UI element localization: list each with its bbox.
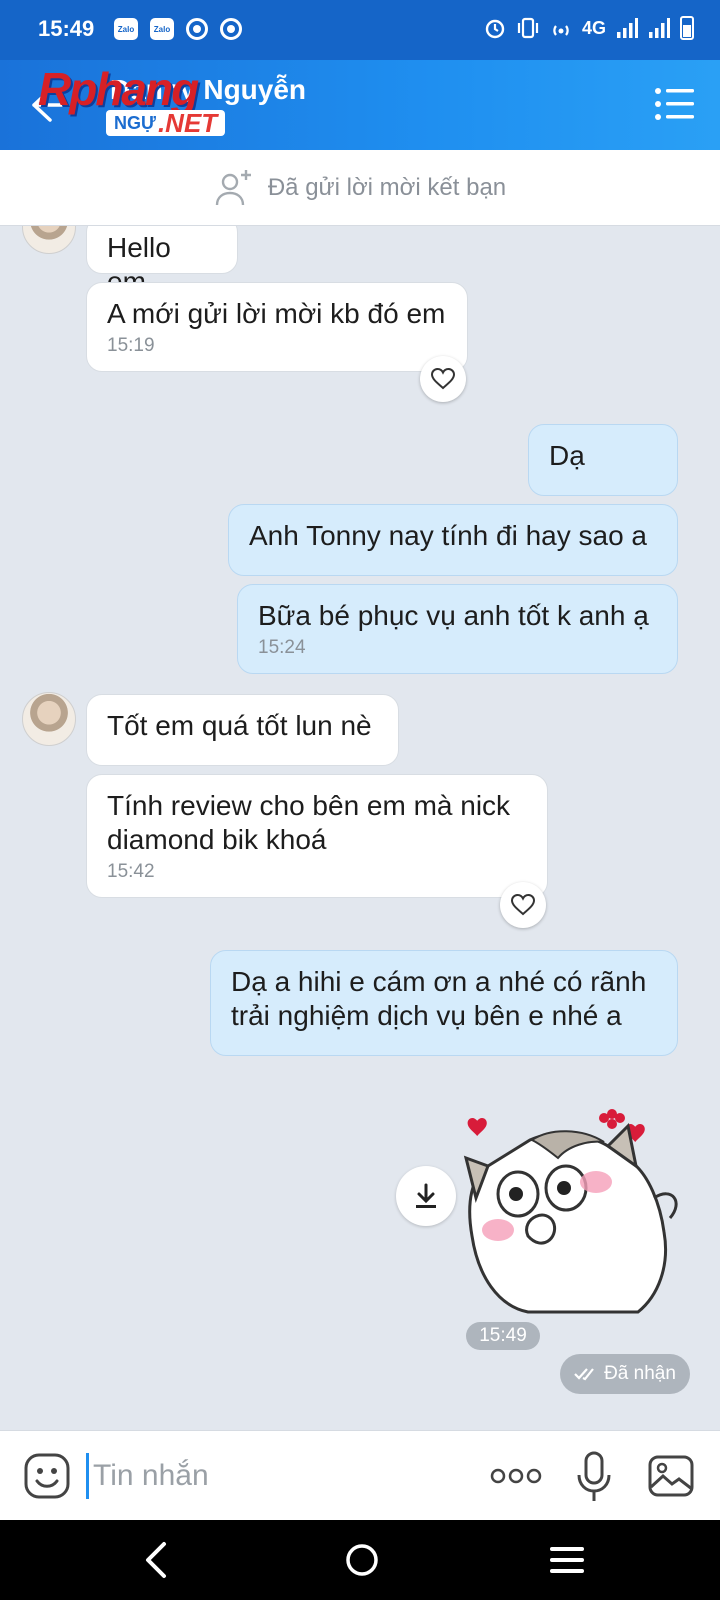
message-time: 15:19: [107, 335, 155, 356]
nav-back-icon[interactable]: [138, 1538, 178, 1582]
chat-header: Danny Nguyễn Rphang NGỰ .NET: [0, 60, 720, 150]
watermark-logo: Rphang NGỰ .NET: [38, 60, 258, 140]
message-bubble[interactable]: Tốt em quá tốt lun nè: [86, 694, 399, 766]
contact-avatar[interactable]: [22, 226, 76, 254]
message-text: Dạ a hihi e cám ơn a nhé có rãnh trải ng…: [231, 966, 647, 1031]
chrome-notification-icon: [220, 18, 242, 40]
message-composer: [0, 1430, 720, 1520]
message-bubble[interactable]: Dạ: [528, 424, 678, 496]
delivery-status-text: Đã nhận: [604, 1363, 676, 1384]
message-text: Anh Tonny nay tính đi hay sao a: [249, 520, 647, 551]
message-input[interactable]: [86, 1453, 466, 1499]
zalo-notification-icon: Zalo: [114, 18, 138, 40]
status-indicators: 4G: [484, 16, 694, 40]
message-text: Tốt em quá tốt lun nè: [107, 710, 372, 741]
vibrate-icon: [517, 17, 539, 39]
message-bubble[interactable]: Anh Tonny nay tính đi hay sao a: [228, 504, 678, 576]
status-time: 15:49: [38, 16, 95, 41]
microphone-icon[interactable]: [576, 1451, 612, 1503]
chat-messages[interactable]: Hello em A mới gửi lời mời kb đó em 15:1…: [0, 226, 720, 1430]
message-text: Dạ: [549, 440, 585, 471]
message-bubble[interactable]: Bữa bé phục vụ anh tốt k anh ạ 15:24: [237, 584, 678, 674]
more-options-icon[interactable]: [490, 1463, 542, 1489]
alarm-icon: [485, 19, 505, 39]
message-text: Bữa bé phục vụ anh tốt k anh ạ: [258, 600, 649, 631]
download-icon: [416, 1183, 436, 1208]
nav-home-icon[interactable]: [344, 1542, 380, 1578]
like-button[interactable]: [500, 882, 546, 928]
download-button[interactable]: [396, 1166, 456, 1226]
heart-icon: [510, 893, 536, 916]
nav-recents-icon[interactable]: [548, 1544, 586, 1576]
status-notifications: Zalo Zalo: [114, 18, 242, 40]
message-time: 15:24: [258, 637, 306, 658]
list-menu-icon[interactable]: [654, 86, 696, 122]
sticker-time: 15:49: [466, 1322, 540, 1350]
zalo-notification-icon: Zalo: [150, 18, 174, 40]
double-check-icon: [574, 1368, 594, 1381]
watermark-net-text: .NET: [157, 107, 218, 138]
message-text: Tính review cho bên em mà nick diamond b…: [107, 790, 511, 855]
signal-icon: [649, 18, 670, 38]
message-bubble[interactable]: Dạ a hihi e cám ơn a nhé có rãnh trải ng…: [210, 950, 678, 1056]
heart-icon: [430, 367, 456, 390]
system-nav-bar: [0, 1520, 720, 1600]
image-gallery-icon[interactable]: [648, 1455, 694, 1497]
message-bubble[interactable]: Tính review cho bên em mà nick diamond b…: [86, 774, 548, 898]
network-type: 4G: [581, 17, 606, 38]
cat-sticker[interactable]: [458, 1106, 690, 1314]
chrome-notification-icon: [186, 18, 208, 40]
hotspot-icon: [553, 25, 569, 36]
message-bubble[interactable]: Hello em: [86, 226, 238, 297]
user-plus-icon: [215, 169, 251, 205]
status-bar: 15:49 Zalo Zalo 4G: [0, 0, 720, 60]
signal-icon: [617, 18, 638, 38]
watermark-sub-text: NGỰ: [114, 112, 156, 133]
contact-avatar[interactable]: [22, 692, 76, 746]
watermark-box: NGỰ .NET: [106, 107, 226, 138]
friend-request-bar: Đã gửi lời mời kết bạn: [0, 150, 720, 226]
message-bubble[interactable]: A mới gửi lời mời kb đó em 15:19: [86, 282, 468, 372]
delivery-status: Đã nhận: [560, 1354, 690, 1394]
emoji-button-icon[interactable]: [24, 1453, 70, 1499]
message-time: 15:42: [107, 861, 155, 882]
battery-icon: [680, 16, 694, 40]
friend-request-text: Đã gửi lời mời kết bạn: [267, 173, 507, 201]
message-text: A mới gửi lời mời kb đó em: [107, 298, 446, 329]
like-button[interactable]: [420, 356, 466, 402]
